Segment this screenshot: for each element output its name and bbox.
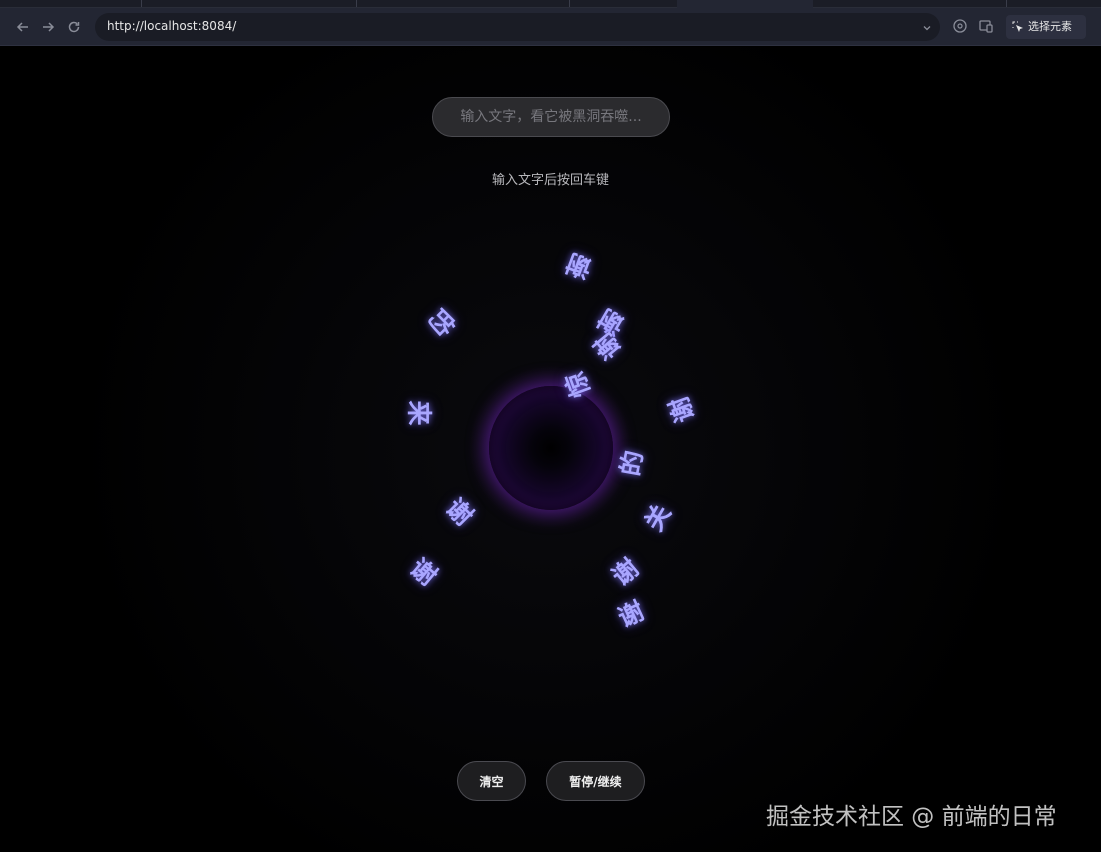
arrow-left-icon (16, 22, 28, 32)
tab-separator (141, 0, 142, 7)
device-icon[interactable] (978, 18, 996, 36)
text-input[interactable] (432, 97, 670, 137)
arrow-right-icon (43, 22, 55, 32)
tab-separator (1006, 0, 1007, 7)
floating-char: 来 (404, 400, 434, 426)
tab-strip (0, 0, 1101, 8)
browser-toolbar: http://localhost:8084/ 选择元素 (0, 8, 1101, 46)
select-element-label: 选择元素 (1028, 20, 1072, 33)
floating-char: 谢 (606, 553, 645, 592)
hint-text: 输入文字后按回车键 (491, 173, 609, 188)
chevron-down-icon[interactable] (922, 17, 932, 36)
address-bar[interactable]: http://localhost:8084/ (95, 13, 940, 41)
floating-char: 的 (422, 302, 461, 342)
floating-char: 谢 (664, 392, 700, 427)
active-tab[interactable] (677, 0, 813, 8)
floating-char: 关 (638, 499, 677, 536)
floating-char: 谢 (404, 553, 443, 592)
floating-char: 谢 (440, 492, 479, 532)
select-element-button[interactable]: 选择元素 (1006, 15, 1086, 39)
page-viewport: 输入文字后按回车键 谢 的 谢 来 谢 谢 的 关 谢 谢 谢 惊 谢 清空 暂… (4, 47, 1097, 852)
compass-icon[interactable] (952, 18, 970, 36)
cursor-select-icon (1012, 20, 1026, 34)
pause-resume-button[interactable]: 暂停/继续 (546, 761, 645, 801)
forward-button[interactable] (38, 17, 58, 37)
back-button[interactable] (13, 17, 33, 37)
url-text[interactable]: http://localhost:8084/ (107, 19, 236, 33)
reload-icon (68, 21, 80, 33)
floating-char: 谢 (613, 595, 649, 633)
black-hole (489, 386, 613, 510)
clear-button[interactable]: 清空 (457, 761, 526, 801)
tab-separator (569, 0, 570, 7)
watermark-text: 掘金技术社区 @ 前端的日常 (766, 804, 1057, 830)
reload-button[interactable] (64, 17, 84, 37)
floating-char: 谢 (562, 247, 596, 284)
tab-separator (356, 0, 357, 7)
